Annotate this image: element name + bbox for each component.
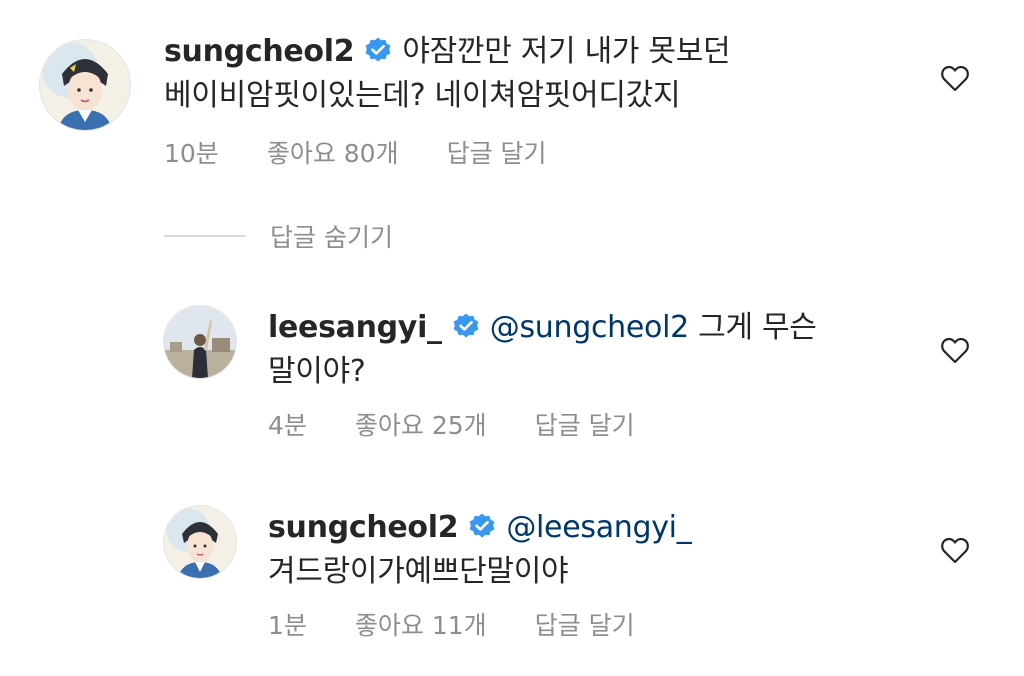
divider-line xyxy=(164,235,246,237)
comment-text-line-2: 말이야? xyxy=(268,354,366,389)
reply-button[interactable]: 답글 달기 xyxy=(447,139,547,168)
comment-line-1: sungcheol2 야잠깐만 저기 내가 못보던 xyxy=(164,30,924,74)
illustrated-portrait-icon xyxy=(164,506,236,578)
heart-outline-icon[interactable] xyxy=(940,336,970,364)
hide-replies-label[interactable]: 답글 숨기기 xyxy=(270,218,393,254)
heart-outline-icon[interactable] xyxy=(940,536,970,564)
comment-line-1: leesangyi_ @sungcheol2 그게 무슨 xyxy=(268,306,928,350)
reply-button[interactable]: 답글 달기 xyxy=(535,411,635,440)
comment-text-line-2: 베이비암핏이있는데? 네이쳐암핏어디갔지 xyxy=(164,78,681,113)
timestamp: 4분 xyxy=(268,411,307,440)
illustrated-portrait-icon xyxy=(40,40,130,130)
avatar[interactable] xyxy=(164,306,236,378)
photo-avatar-icon xyxy=(164,306,236,378)
verified-badge-icon xyxy=(468,512,496,540)
hide-replies-toggle[interactable]: 답글 숨기기 xyxy=(164,218,393,254)
comment-meta: 4분 좋아요 25개 답글 달기 xyxy=(268,406,683,442)
comment-meta: 1분 좋아요 11개 답글 달기 xyxy=(268,606,683,642)
verified-badge-icon xyxy=(364,36,392,64)
username-link[interactable]: leesangyi_ xyxy=(268,310,442,345)
username-link[interactable]: sungcheol2 xyxy=(164,34,355,69)
verified-badge-icon xyxy=(452,312,480,340)
mention-link[interactable]: @leesangyi_ xyxy=(506,510,691,545)
heart-outline-icon[interactable] xyxy=(940,64,970,92)
comment-text-line-2: 겨드랑이가예쁘단말이야 xyxy=(268,554,569,589)
comment-line-1: sungcheol2 @leesangyi_ xyxy=(268,506,928,550)
timestamp: 1분 xyxy=(268,611,307,640)
comment-text: 그게 무슨 xyxy=(698,310,817,345)
timestamp: 10분 xyxy=(164,139,219,168)
comment-text: 야잠깐만 저기 내가 못보던 xyxy=(402,34,731,69)
reply-button[interactable]: 답글 달기 xyxy=(535,611,635,640)
username-link[interactable]: sungcheol2 xyxy=(268,510,459,545)
avatar[interactable] xyxy=(40,40,130,130)
likes-count-link[interactable]: 좋아요 80개 xyxy=(267,139,399,168)
avatar[interactable] xyxy=(164,506,236,578)
mention-link[interactable]: @sungcheol2 xyxy=(490,310,689,345)
likes-count-link[interactable]: 좋아요 11개 xyxy=(355,611,487,640)
comment-meta: 10분 좋아요 80개 답글 달기 xyxy=(164,134,595,170)
likes-count-link[interactable]: 좋아요 25개 xyxy=(355,411,487,440)
